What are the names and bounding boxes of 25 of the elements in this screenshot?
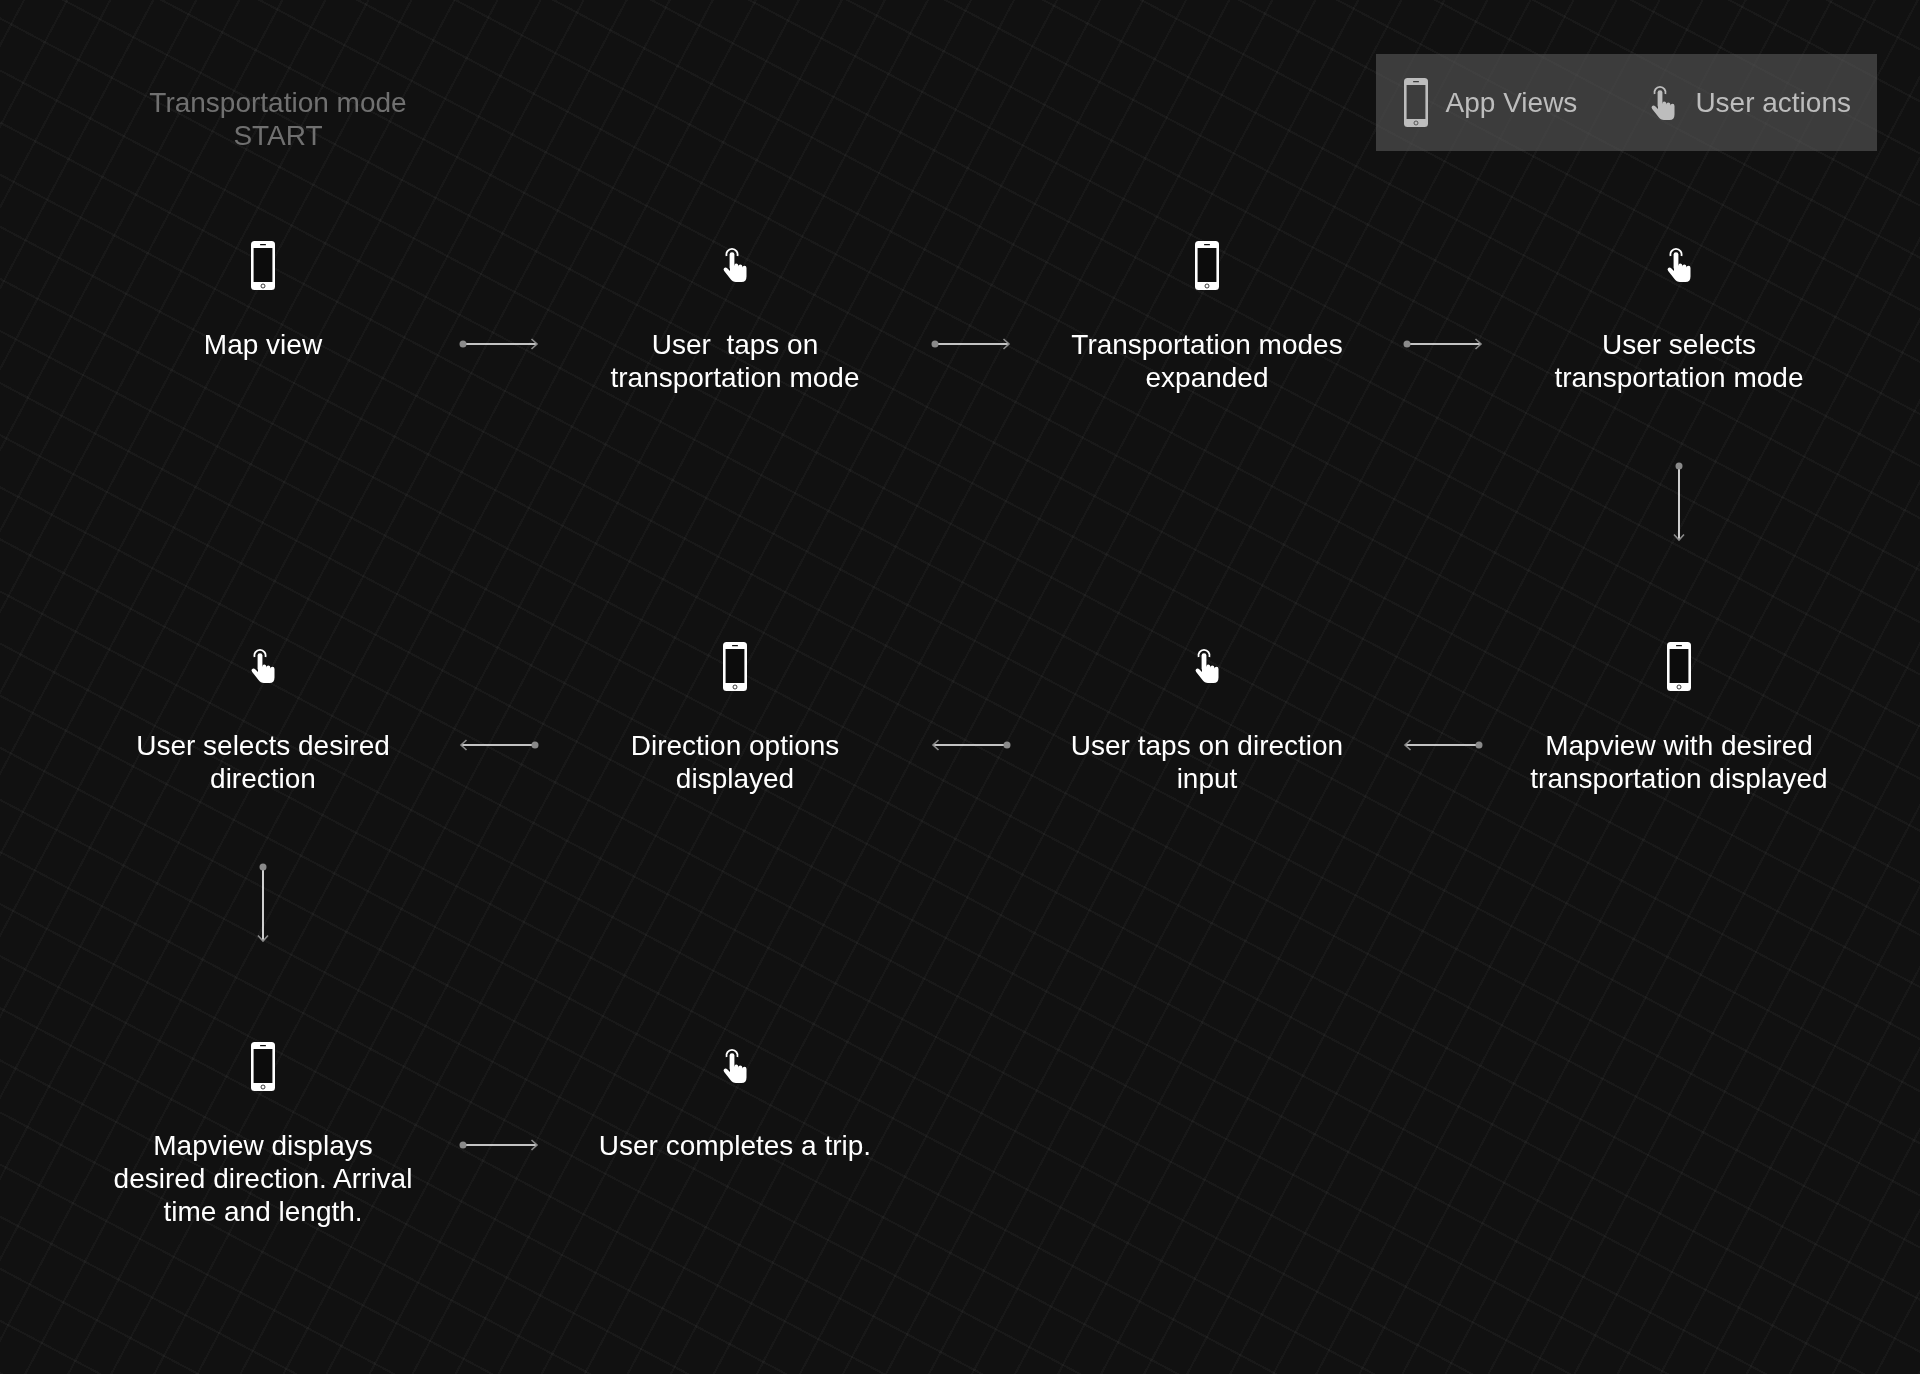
step-label: Mapview displays desired direction. Arrival time and length. [113, 1129, 413, 1228]
step-label: User taps on direction input [1070, 729, 1344, 795]
step-label: User selects transportation mode [1554, 328, 1804, 394]
pointing-hand-icon [249, 648, 277, 684]
phone-icon [1667, 641, 1691, 691]
pointing-hand-icon [1665, 247, 1693, 283]
step-label: Map view [203, 328, 323, 361]
phone-icon [251, 1041, 275, 1091]
phone-icon [251, 240, 275, 290]
step-label: Direction options displayed [630, 729, 840, 795]
phone-icon [723, 641, 747, 691]
pointing-hand-icon [721, 1048, 749, 1084]
phone-icon [1403, 78, 1428, 127]
step-label: User selects desired direction [136, 729, 390, 795]
step-label: Transportation modes expanded [1071, 328, 1343, 394]
pointing-hand-icon [721, 247, 749, 283]
step-label: User taps on transportation mode [610, 328, 860, 394]
step-label: Mapview with desired transportation displayed [1530, 729, 1828, 795]
pointing-hand-icon [1193, 648, 1221, 684]
phone-icon [1195, 240, 1219, 290]
diagram-title: Transportation mode START [148, 86, 408, 152]
legend-label: User actions [1695, 86, 1851, 119]
pointing-hand-icon [1649, 84, 1678, 121]
legend-label: App Views [1445, 86, 1578, 119]
step-label: User completes a trip. [598, 1129, 872, 1162]
